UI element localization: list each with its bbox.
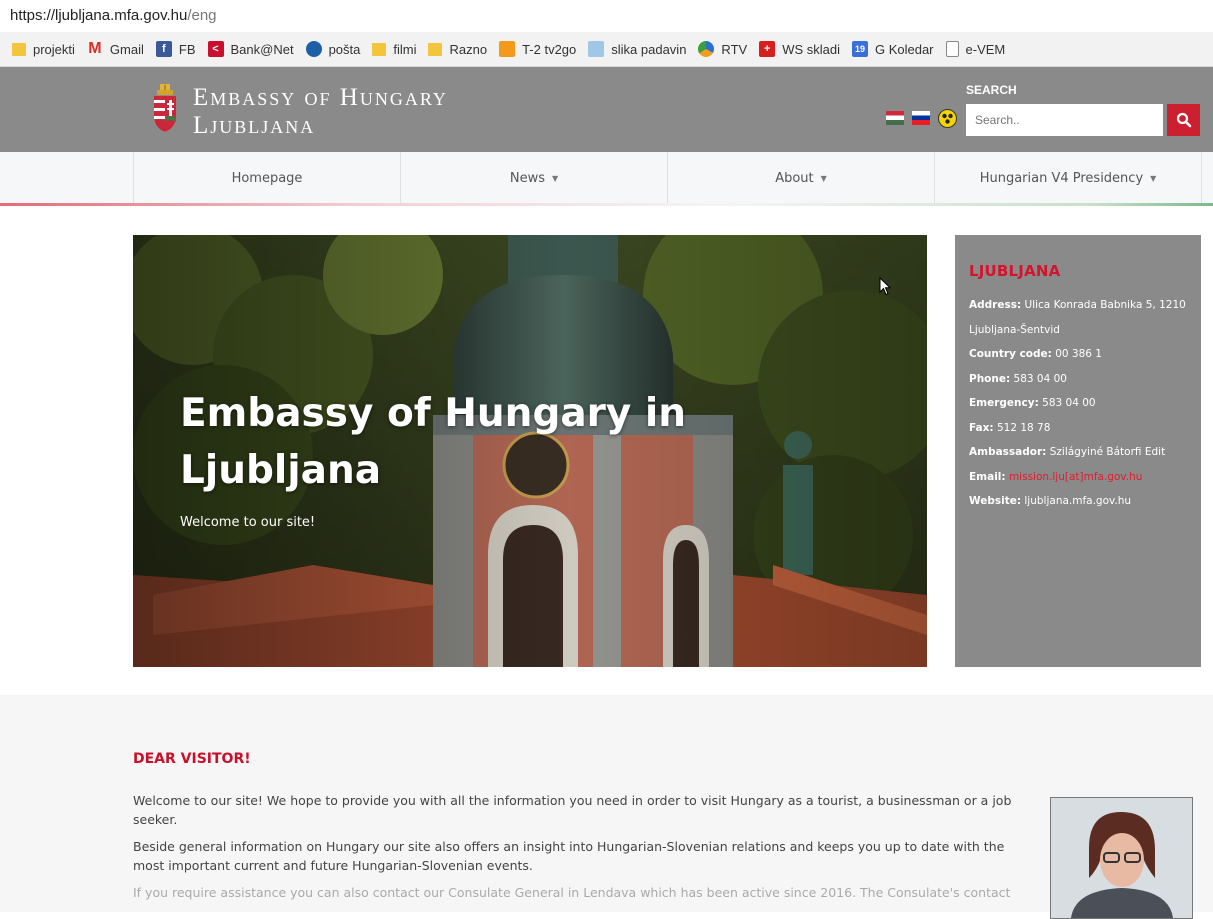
folder-icon [428, 42, 443, 56]
bookmark-filmi[interactable]: filmi [372, 42, 416, 57]
contact-email: Email: mission.lju[at]mfa.gov.hu [969, 470, 1143, 483]
contact-city: LJUBLJANA [969, 262, 1061, 280]
facebook-icon: f [155, 41, 172, 57]
contact-fax: Fax: 512 18 78 [969, 421, 1051, 434]
welcome-text: Welcome to our site! We hope to provide … [133, 791, 1038, 910]
bookmark-ws-skladi[interactable]: + WS skladi [759, 41, 840, 57]
accessibility-icon[interactable] [938, 109, 957, 128]
hero-title: Embassy of Hungary in Ljubljana [180, 391, 687, 493]
contact-phone: Phone: 583 04 00 [969, 372, 1067, 385]
address-bar[interactable]: https://ljubljana.mfa.gov.hu/eng [0, 0, 1213, 32]
gmail-icon: M [88, 40, 102, 57]
contact-details: Address: Ulica Konrada Babnika 5, 1210 L… [969, 293, 1193, 514]
nav-news[interactable]: News ▼ [400, 152, 667, 204]
ws-icon: + [759, 41, 776, 57]
site-header: Embassy of Hungary Ljubljana SEARCH [0, 67, 1213, 152]
weather-icon [588, 41, 605, 57]
slovenian-flag-icon[interactable] [912, 111, 930, 125]
contact-website: Website: ljubljana.mfa.gov.hu [969, 495, 1132, 507]
bookmark-banknet[interactable]: < Bank@Net [207, 41, 294, 57]
nav-homepage[interactable]: Homepage [133, 152, 400, 204]
calendar-icon: 19 [851, 41, 868, 57]
document-icon [945, 41, 959, 57]
mouse-cursor-icon [879, 277, 892, 296]
contact-country-code: Country code: 00 386 1 [969, 348, 1102, 360]
email-link[interactable]: mission.lju[at]mfa.gov.hu [1009, 471, 1143, 483]
folder-icon [372, 42, 387, 56]
bookmark-razno[interactable]: Razno [428, 42, 487, 57]
bookmark-rtv[interactable]: RTV [698, 41, 747, 57]
chevron-down-icon: ▼ [820, 173, 827, 183]
nav-about[interactable]: About ▼ [667, 152, 934, 204]
bookmark-e-vem[interactable]: e-VEM [945, 41, 1005, 57]
nav-v4-presidency[interactable]: Hungarian V4 Presidency ▼ [934, 152, 1202, 204]
folder-icon [12, 42, 26, 56]
search-input[interactable] [966, 104, 1163, 136]
contact-card: LJUBLJANA Address: Ulica Konrada Babnika… [955, 235, 1201, 667]
tv-icon [499, 41, 516, 57]
welcome-paragraph: If you require assistance you can also c… [133, 885, 1011, 900]
contact-emergency: Emergency: 583 04 00 [969, 397, 1096, 409]
bank-icon: < [207, 41, 224, 57]
welcome-paragraph: Welcome to our site! We hope to provide … [133, 793, 1012, 827]
chevron-down-icon: ▼ [1150, 173, 1157, 183]
hungary-coat-of-arms-icon [154, 84, 176, 132]
contact-ambassador: Ambassador: Szilágyiné Bátorfi Edit [969, 446, 1166, 458]
portrait-image [1051, 798, 1192, 918]
bookmark-fb[interactable]: f FB [155, 41, 196, 57]
contact-address: Address: Ulica Konrada Babnika 5, 1210 L… [969, 299, 1186, 336]
bookmark-t2[interactable]: T-2 tv2go [499, 41, 576, 57]
bookmark-slika-padavin[interactable]: slika padavin [588, 41, 686, 57]
chevron-down-icon: ▼ [551, 173, 559, 183]
hero-subtitle: Welcome to our site! [180, 515, 316, 530]
url-host: https://ljubljana.mfa.gov.hu [10, 7, 188, 24]
hungarian-flag-icon[interactable] [886, 111, 904, 125]
bookmark-g-koledar[interactable]: 19 G Koledar [851, 41, 934, 57]
hero-banner: Embassy of Hungary in Ljubljana Welcome … [133, 235, 927, 667]
main-nav: Homepage News ▼ About ▼ Hungarian V4 Presi… [0, 152, 1213, 205]
ambassador-portrait [1050, 797, 1193, 919]
bookmark-projekti[interactable]: projekti [12, 42, 75, 57]
url-path: /eng [187, 7, 217, 24]
bookmarks-bar: projekti M Gmail f FB < Bank@Net pošta film… [0, 32, 1213, 67]
brand-title[interactable]: Embassy of Hungary [193, 84, 448, 112]
search-icon [1176, 112, 1191, 128]
search-button[interactable] [1167, 104, 1200, 136]
brand-city[interactable]: Ljubljana [193, 112, 315, 140]
welcome-section: DEAR VISITOR! Welcome to our site! We ho… [0, 695, 1213, 919]
posta-icon [305, 41, 322, 57]
search-label: SEARCH [966, 83, 1017, 97]
welcome-title: DEAR VISITOR! [133, 751, 251, 767]
nav-divider [0, 203, 1213, 206]
bookmark-posta[interactable]: pošta [305, 41, 360, 57]
accessibility-dots [942, 113, 953, 124]
welcome-paragraph: Beside general information on Hungary ou… [133, 839, 1005, 873]
rtv-icon [698, 41, 715, 57]
bookmark-gmail[interactable]: M Gmail [87, 41, 144, 57]
